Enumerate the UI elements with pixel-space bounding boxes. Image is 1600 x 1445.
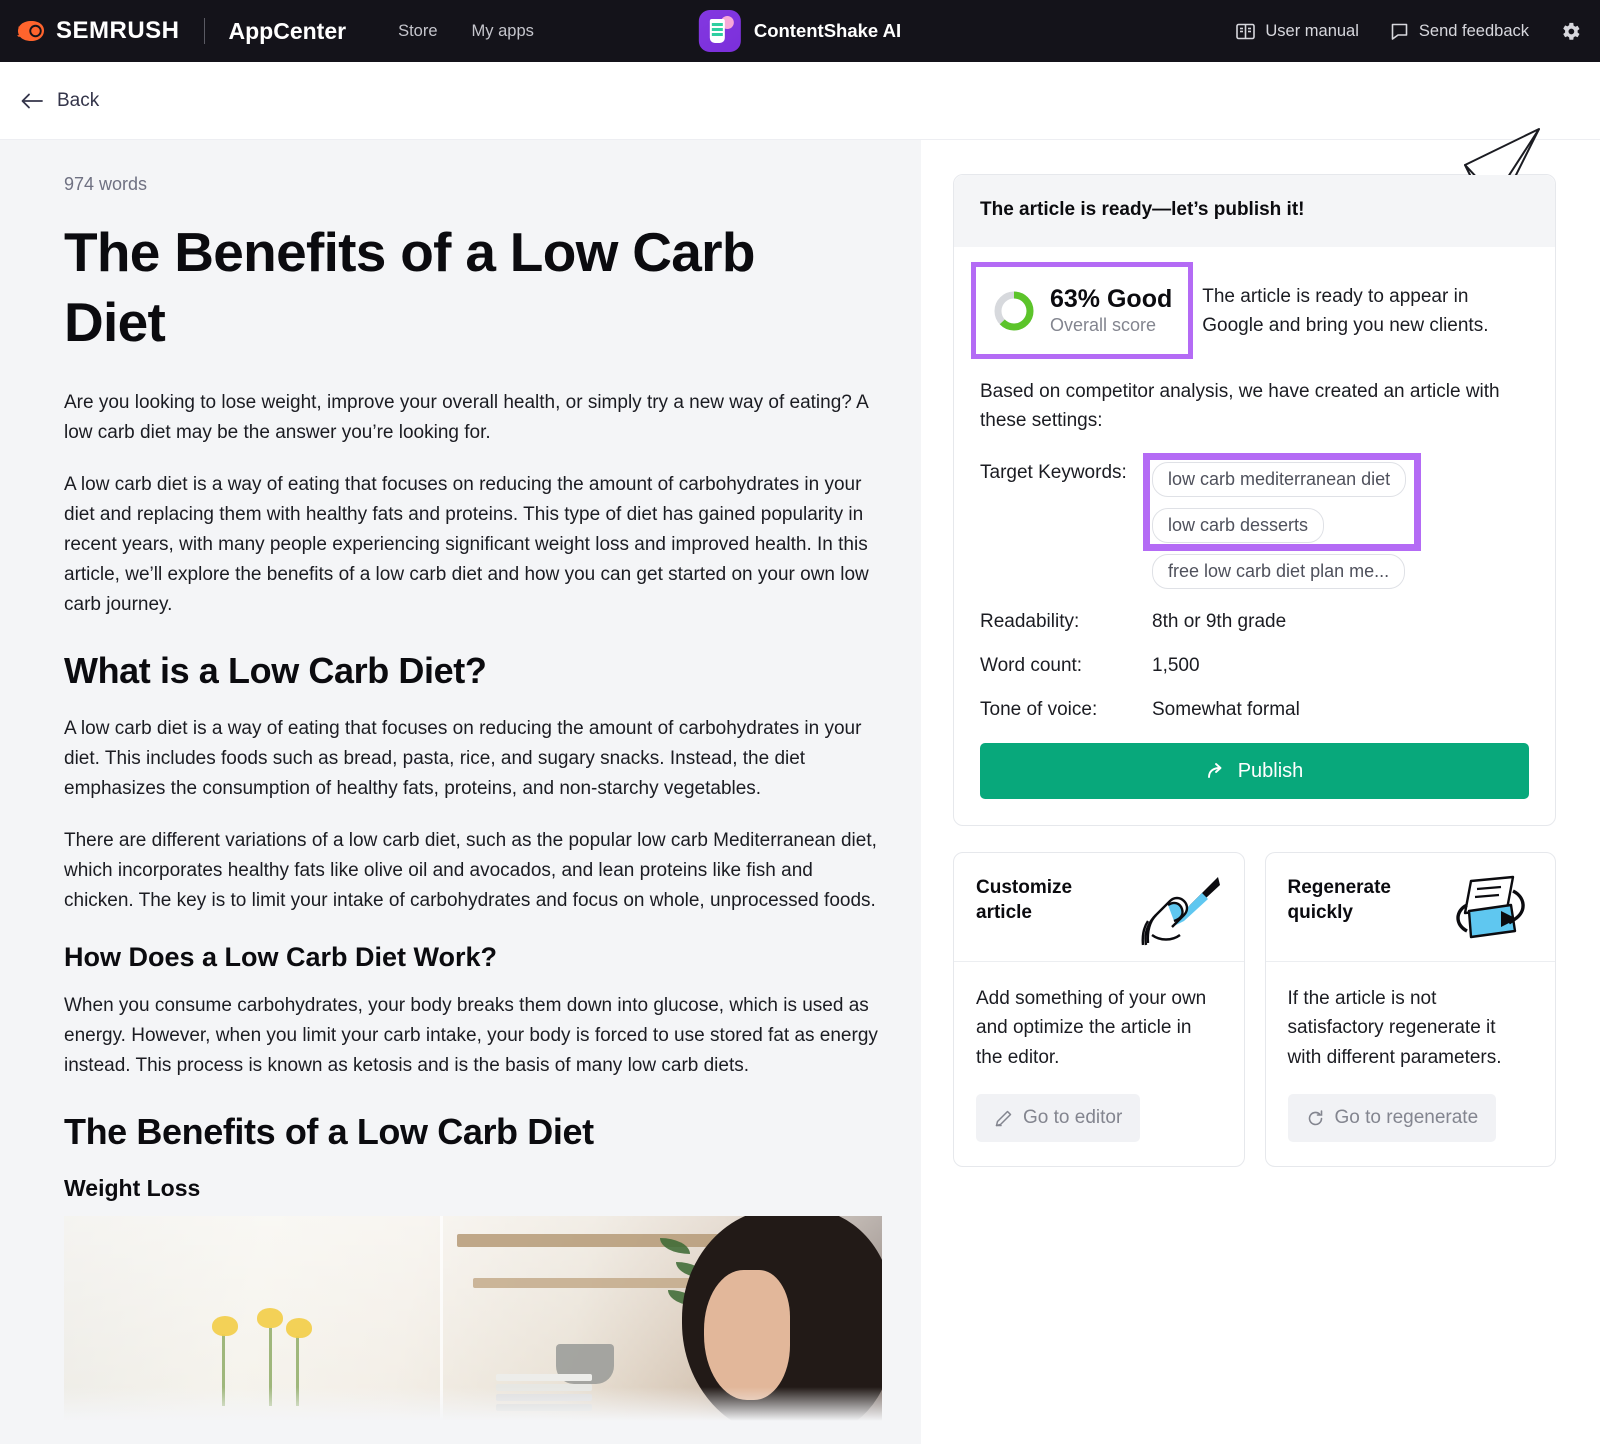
article-heading: How Does a Low Carb Diet Work? (64, 941, 498, 972)
article-paragraph: A low carb diet is a way of eating that … (64, 717, 862, 799)
article-paragraph: Are you looking to lose weight, improve … (64, 391, 868, 443)
share-arrow-icon (1206, 761, 1227, 782)
user-manual-label: User manual (1265, 21, 1359, 40)
hand-holding-pencil-icon (1130, 875, 1222, 947)
go-to-editor-button[interactable]: Go to editor (976, 1094, 1141, 1143)
article-title: The Benefits of a Low Carb Diet (64, 221, 755, 354)
nav-right-actions: User manual Send feedback (1235, 20, 1582, 43)
target-keywords-label: Target Keywords: (980, 462, 1127, 483)
send-feedback-label: Send feedback (1418, 21, 1529, 40)
back-bar: Back (0, 62, 1600, 140)
publish-label: Publish (1237, 759, 1304, 782)
keyword-chip[interactable]: free low carb diet plan me... (1152, 554, 1406, 589)
back-label: Back (57, 89, 100, 111)
send-feedback-button[interactable]: Send feedback (1389, 21, 1529, 42)
readability-label: Readability: (980, 611, 1080, 632)
semrush-brand-label: SEMRUSH (56, 17, 180, 44)
regenerate-card-title: Regenerate quickly (1287, 877, 1392, 924)
readability-row: Readability: 8th or 9th grade (980, 611, 1529, 633)
tone-of-voice-value: Somewhat formal (1152, 699, 1300, 720)
word-count-row: Word count: 1,500 (980, 655, 1529, 677)
article-paragraph: There are different variations of a low … (64, 829, 877, 911)
action-cards: Customize article Add something of your … (953, 852, 1556, 1168)
go-to-editor-label: Go to editor (1023, 1107, 1123, 1129)
nav-link-my-apps[interactable]: My apps (472, 22, 534, 41)
article-paragraph: A low carb diet is a way of eating that … (64, 473, 869, 615)
go-to-regenerate-button[interactable]: Go to regenerate (1287, 1094, 1497, 1143)
overall-score-box: 63% Good Overall score (970, 261, 1194, 360)
target-keywords-row: Target Keywords: low carb mediterranean … (980, 453, 1529, 589)
appcenter-label: AppCenter (228, 17, 347, 44)
word-count-setting-label: Word count: (980, 655, 1083, 676)
current-app: ContentShake AI (698, 10, 902, 52)
user-manual-button[interactable]: User manual (1235, 21, 1359, 42)
customize-card-description: Add something of your own and optimize t… (976, 988, 1207, 1068)
keyword-chip-list: low carb mediterranean diet low carb des… (1143, 453, 1421, 589)
ready-card-header: The article is ready—let’s publish it! (954, 175, 1555, 247)
nav-links: Store My apps (398, 22, 534, 41)
readability-value: 8th or 9th grade (1152, 611, 1287, 632)
keyword-chip[interactable]: low carb mediterranean diet (1152, 462, 1407, 497)
tone-of-voice-label: Tone of voice: (980, 699, 1098, 720)
publish-button[interactable]: Publish (980, 743, 1529, 799)
article-settings-list: Target Keywords: low carb mediterranean … (980, 453, 1529, 721)
customize-card-body: Add something of your own and optimize t… (954, 962, 1244, 1166)
regenerate-card-header: Regenerate quickly (1265, 853, 1555, 962)
refresh-icon (1306, 1109, 1325, 1128)
word-count-label: 974 words (64, 174, 148, 194)
contentshake-app-icon (698, 10, 741, 52)
paper-refresh-icon (1441, 875, 1533, 947)
overall-score-label: Overall score (1050, 314, 1157, 335)
feedback-icon (1389, 21, 1410, 42)
article-subheading: Weight Loss (64, 1175, 201, 1202)
pencil-icon (994, 1109, 1013, 1128)
article-heading: What is a Low Carb Diet? (64, 649, 487, 691)
sidebar-pane: The article is ready—let’s publish it! 6… (921, 128, 1600, 1444)
article-paragraph: When you consume carbohydrates, your bod… (64, 994, 878, 1077)
semrush-logo-icon (16, 16, 46, 46)
nav-link-store[interactable]: Store (398, 22, 437, 41)
app-name-label: ContentShake AI (753, 20, 902, 41)
regenerate-quickly-card: Regenerate quickly If the article is not… (1264, 852, 1556, 1168)
arrow-left-icon (20, 92, 44, 110)
customize-card-title: Customize article (976, 877, 1073, 924)
settings-button[interactable] (1559, 20, 1582, 43)
article-image (64, 1216, 882, 1422)
go-to-regenerate-label: Go to regenerate (1334, 1107, 1479, 1129)
article-heading: The Benefits of a Low Carb Diet (64, 1111, 594, 1153)
competitor-analysis-text: Based on competitor analysis, we have cr… (980, 381, 1500, 432)
word-count-setting-value: 1,500 (1152, 655, 1200, 676)
brand-divider (203, 18, 205, 44)
article-preview-pane: 974 words The Benefits of a Low Carb Die… (0, 140, 921, 1444)
keyword-chip[interactable]: low carb desserts (1152, 508, 1325, 543)
semrush-brand[interactable]: SEMRUSH AppCenter (16, 16, 346, 46)
regenerate-card-description: If the article is not satisfactory regen… (1287, 988, 1502, 1068)
overall-score-value: 63% Good (1050, 285, 1173, 313)
customize-card-header: Customize article (954, 853, 1244, 962)
tone-of-voice-row: Tone of voice: Somewhat formal (980, 699, 1529, 721)
article-ready-card: The article is ready—let’s publish it! 6… (953, 128, 1556, 826)
score-row: 63% Good Overall score The article is re… (970, 247, 1529, 360)
customize-article-card: Customize article Add something of your … (953, 852, 1245, 1168)
score-description: The article is ready to appear in Google… (1202, 286, 1489, 336)
ready-card-body: 63% Good Overall score The article is re… (954, 247, 1555, 825)
gear-icon (1559, 20, 1582, 43)
regenerate-card-body: If the article is not satisfactory regen… (1266, 962, 1556, 1166)
book-icon (1235, 21, 1256, 42)
top-navigation-bar: SEMRUSH AppCenter Store My apps ContentS… (0, 0, 1600, 62)
score-donut-icon (992, 289, 1036, 333)
main-area: 974 words The Benefits of a Low Carb Die… (0, 128, 1600, 1444)
back-button[interactable]: Back (20, 90, 99, 112)
